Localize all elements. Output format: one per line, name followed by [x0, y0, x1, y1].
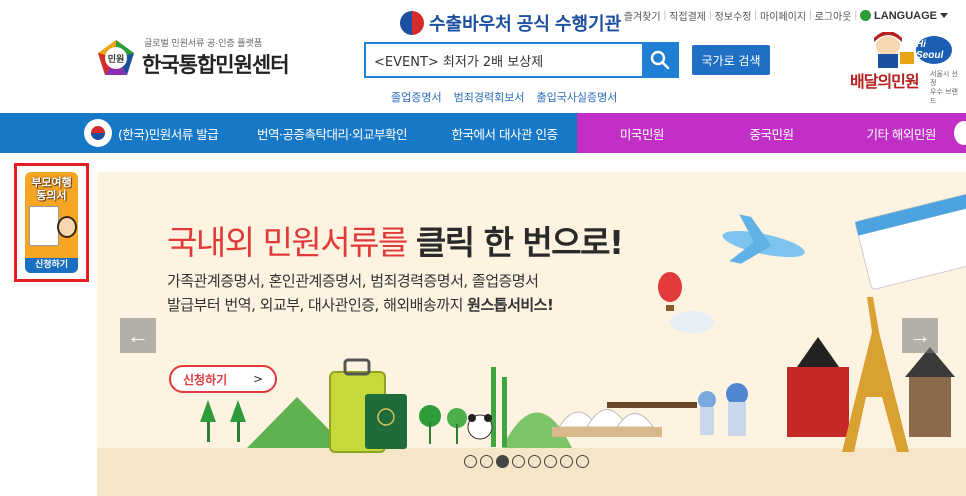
taegeuk-icon	[400, 11, 424, 35]
country-search-button[interactable]: 국가로 검색	[692, 45, 770, 75]
util-link-mypage[interactable]: 마이페이지	[760, 8, 806, 23]
slide-dot[interactable]	[560, 455, 573, 468]
util-link-logout[interactable]: 로그아웃	[815, 8, 852, 23]
side-banner-title: 부모여행 동의서	[31, 176, 72, 202]
slide-dot[interactable]	[544, 455, 557, 468]
quick-link-immigration[interactable]: 출입국사실증명서	[536, 89, 617, 105]
slide-dot[interactable]	[576, 455, 589, 468]
hero-subtitle-line2: 발급부터 번역, 외교부, 대사관인증, 해외배송까지 원스톱서비스!	[167, 296, 554, 314]
main-nav: (한국)민원서류 발급 번역·공증촉탁대리·외교부확인 한국에서 대사관 인증 …	[0, 113, 966, 153]
pentagon-logo-icon: 민원	[96, 38, 136, 78]
side-banner-apply[interactable]: 신청하기	[25, 258, 78, 273]
search-input[interactable]	[366, 44, 642, 76]
side-banner[interactable]: 부모여행 동의서 신청하기	[14, 163, 89, 282]
next-slide-button[interactable]: →	[902, 318, 938, 353]
nav-item-other-overseas[interactable]: 기타 해외민원	[836, 113, 966, 153]
slide-dot[interactable]	[512, 455, 525, 468]
document-icon	[29, 206, 59, 246]
search-icon	[650, 50, 669, 70]
globe-icon	[860, 10, 872, 21]
hero-title: 국내외 민원서류를 클릭 한 번으로!	[167, 223, 624, 262]
hi-seoul-badge: Hi Seoul	[916, 36, 952, 64]
delivery-logo[interactable]: Hi Seoul 배달의민원 서울시 선정 우수 브랜드	[848, 30, 958, 105]
delivery-logo-text: 배달의민원	[850, 72, 920, 91]
quick-link-graduation[interactable]: 졸업증명서	[391, 89, 442, 105]
hero-apply-button[interactable]: 신청하기 >	[169, 365, 277, 393]
nav-label-korea-docs: (한국)민원서류 발급	[118, 126, 219, 142]
nav-item-embassy[interactable]: 한국에서 대사관 인증	[432, 113, 577, 153]
language-selector[interactable]: LANGUAGE	[860, 10, 948, 22]
svg-text:민원: 민원	[108, 53, 125, 65]
site-logo[interactable]: 민원 글로벌 민원서류 공·인증 플랫폼 한국통합민원센터	[96, 36, 290, 79]
voucher-title: 수출바우처 공식 수행기관	[429, 14, 622, 34]
delivery-logo-subtitle: 서울시 선정 우수 브랜드	[930, 70, 958, 105]
nav-item-usa[interactable]: 미국민원	[577, 113, 707, 153]
nav-item-translation[interactable]: 번역·공증촉탁대리·외교부확인	[232, 113, 432, 153]
util-link-favorites[interactable]: 즐겨찾기	[624, 8, 661, 23]
utility-links: 즐겨찾기 | 직접결제 | 정보수정 | 마이페이지 | 로그아웃 | LANGUAGE	[624, 8, 948, 23]
prev-slide-button[interactable]: ←	[120, 318, 156, 353]
search-button[interactable]	[642, 44, 677, 76]
language-label: LANGUAGE	[874, 9, 937, 22]
nav-overseas-group: 미국민원 중국민원 기타 해외민원	[577, 113, 966, 153]
search-bar	[364, 42, 679, 78]
korea-flag-icon	[84, 119, 112, 147]
slide-dot[interactable]	[528, 455, 541, 468]
logo-tagline: 글로벌 민원서류 공·인증 플랫폼	[144, 38, 263, 48]
util-link-edit-info[interactable]: 정보수정	[715, 8, 752, 23]
logo-name: 한국통합민원센터	[142, 53, 290, 77]
voucher-heading: 수출바우처 공식 수행기관	[400, 10, 621, 36]
nav-item-china[interactable]: 중국민원	[707, 113, 837, 153]
slide-dot[interactable]	[480, 455, 493, 468]
child-illustration	[57, 216, 77, 238]
hero-banner: 국내외 민원서류를 클릭 한 번으로! 가족관계증명서, 혼인관계증명서, 범죄…	[97, 172, 966, 496]
slide-indicators	[464, 455, 589, 468]
chevron-right-icon: >	[252, 372, 263, 386]
hero-subtitle-line1: 가족관계증명서, 혼인관계증명서, 범죄경력증명서, 졸업증명서	[167, 272, 539, 290]
slide-dot[interactable]	[464, 455, 477, 468]
util-link-direct-pay[interactable]: 직접결제	[669, 8, 706, 23]
nav-item-korea-docs[interactable]: (한국)민원서류 발급	[0, 113, 232, 153]
caret-down-icon	[940, 13, 948, 18]
slide-dot[interactable]	[496, 455, 509, 468]
quick-links: 졸업증명서 범죄경력회보서 출입국사실증명서	[391, 89, 617, 105]
quick-link-criminal-record[interactable]: 범죄경력회보서	[454, 89, 525, 105]
